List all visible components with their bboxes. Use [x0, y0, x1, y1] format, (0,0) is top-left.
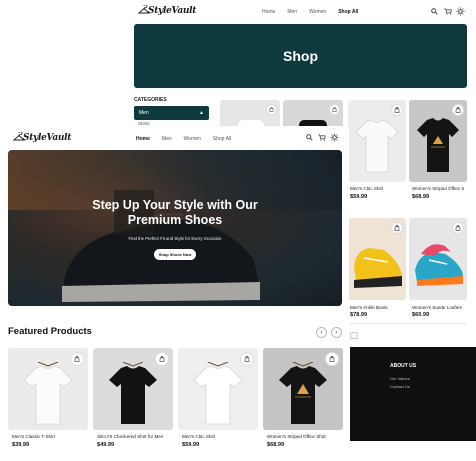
chevron-up-icon: ▲: [199, 110, 204, 116]
footer-link-contact[interactable]: Contact Us: [390, 384, 410, 389]
nav-home[interactable]: Home: [262, 9, 275, 15]
product-name[interactable]: Women's Striped Office Shirt: [267, 434, 326, 439]
sun-icon[interactable]: [330, 133, 339, 142]
featured-heading: Featured Products: [8, 326, 92, 337]
chevron-right-icon: ›: [335, 328, 338, 336]
product-card-chic-shirt[interactable]: [178, 348, 258, 430]
product-card-classic-tshirt[interactable]: [8, 348, 88, 430]
home-logo[interactable]: StyleVault: [23, 133, 71, 143]
search-icon[interactable]: [306, 134, 313, 141]
bag-icon[interactable]: [452, 104, 464, 116]
product-name[interactable]: Men's Chic Shirt: [182, 434, 215, 439]
shop-banner: Shop: [134, 24, 467, 88]
product-price: $49.99: [97, 442, 115, 448]
product-name[interactable]: Slim Fit Checkered Shirt for Men: [97, 434, 163, 439]
shop-product-chic-shirt-image[interactable]: [348, 100, 406, 182]
shop-logo[interactable]: StyleVault: [148, 6, 196, 16]
shop-product-striped-shirt-image[interactable]: [409, 100, 467, 182]
nav-shop-all[interactable]: Shop All: [213, 136, 231, 142]
product-card-striped-office-shirt[interactable]: [263, 348, 343, 430]
product-name[interactable]: Men's Ankle Boots: [350, 305, 388, 310]
bag-icon[interactable]: [391, 222, 403, 234]
product-card-checkered-shirt[interactable]: [93, 348, 173, 430]
product-name[interactable]: Women's Striped Office S: [412, 186, 464, 191]
bag-icon[interactable]: [391, 104, 403, 116]
pagination-box[interactable]: [350, 332, 358, 339]
product-price: $68.99: [267, 442, 285, 448]
hero-subtitle: Find the Perfect Fit and Style for Every…: [128, 236, 222, 241]
shop-banner-title: Shop: [283, 48, 318, 64]
footer: ABOUT US Our Values Contact Us: [350, 347, 476, 441]
nav-women[interactable]: Women: [184, 136, 201, 142]
footer-link-values[interactable]: Our Values: [390, 376, 410, 381]
product-price: $59.99: [350, 194, 368, 200]
search-icon[interactable]: [431, 8, 438, 15]
product-price: $78.99: [350, 312, 368, 318]
cart-icon[interactable]: [318, 134, 326, 141]
carousel-prev-button[interactable]: ‹: [316, 327, 327, 338]
cart-icon[interactable]: [444, 8, 452, 15]
hero-title-line1: Step Up Your Style with Our: [92, 198, 258, 212]
shop-product-suede-loafers-image[interactable]: [409, 218, 467, 300]
shop-product-ankle-boots-image[interactable]: [348, 218, 406, 300]
sun-icon[interactable]: [456, 7, 465, 16]
product-name[interactable]: Men's Chic Shirt: [350, 186, 383, 191]
home-page-window: StyleVault Home Men Women Shop All Step …: [0, 126, 349, 461]
footer-about-heading: ABOUT US: [390, 363, 417, 369]
nav-men[interactable]: Men: [162, 136, 172, 142]
nav-shop-all[interactable]: Shop All: [338, 9, 358, 15]
divider: [348, 323, 467, 324]
nav-men[interactable]: Men: [287, 9, 297, 15]
bag-icon[interactable]: [329, 104, 340, 115]
category-men[interactable]: Men ▲: [134, 106, 209, 120]
product-price: $68.99: [412, 194, 430, 200]
nav-women[interactable]: Women: [309, 9, 326, 15]
product-price: $39.99: [12, 442, 30, 448]
nav-home[interactable]: Home: [136, 136, 150, 142]
carousel-next-button[interactable]: ›: [331, 327, 342, 338]
shop-shoes-button[interactable]: Shop Shoes Now: [154, 249, 196, 260]
bag-icon[interactable]: [452, 222, 464, 234]
shop-header: StyleVault Home Men Women Shop All: [132, 0, 476, 24]
chevron-left-icon: ‹: [320, 328, 323, 336]
hero-title-line2: Premium Shoes: [127, 213, 223, 227]
product-price: $59.99: [182, 442, 200, 448]
hero-banner: Step Up Your Style with Our Premium Shoe…: [8, 150, 342, 306]
category-men-label: Men: [139, 110, 149, 116]
categories-heading: CATEGORIES: [134, 97, 167, 103]
bag-icon[interactable]: [266, 104, 277, 115]
product-price: $60.99: [412, 312, 430, 318]
product-name[interactable]: Women's Suede Loafers: [412, 305, 462, 310]
product-name[interactable]: Men's Classic T-Shirt: [12, 434, 55, 439]
